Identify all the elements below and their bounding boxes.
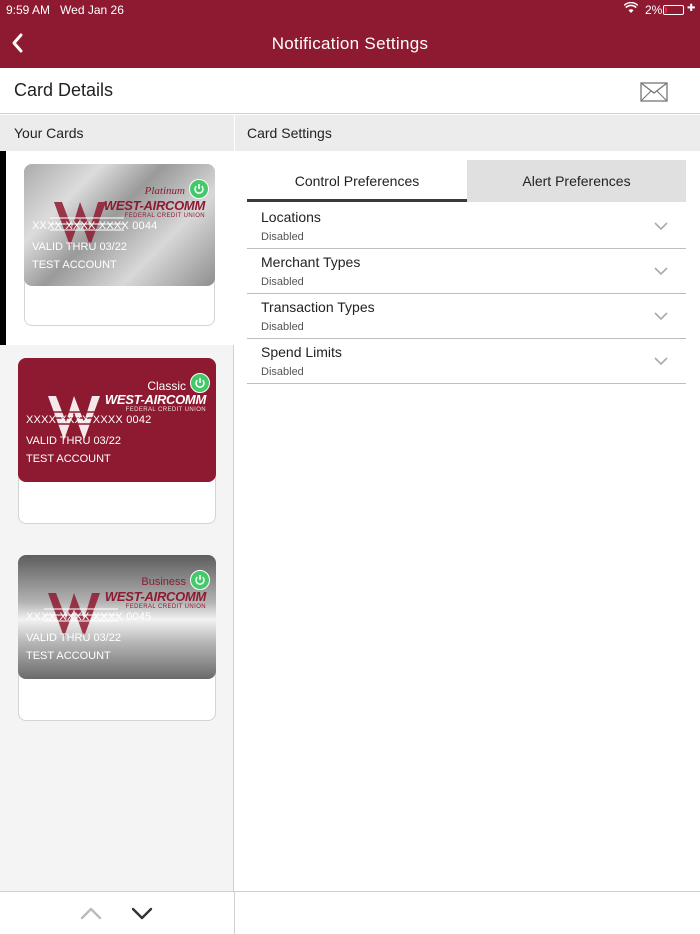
preferences-tabs: Control Preferences Alert Preferences xyxy=(247,160,686,202)
chevron-down-icon xyxy=(654,267,668,276)
chevron-up-icon[interactable] xyxy=(80,905,102,921)
setting-status: Disabled xyxy=(261,231,304,243)
cards-pane: Your Cards Platinum WEST-AIRCOMM FEDERAL… xyxy=(0,115,234,934)
card-item-platinum[interactable]: Platinum WEST-AIRCOMM FEDERAL CREDIT UNI… xyxy=(24,164,215,326)
chevron-down-icon xyxy=(654,312,668,321)
chevron-down-icon xyxy=(654,357,668,366)
settings-list: Locations Disabled Merchant Types Disabl… xyxy=(247,204,686,384)
chevron-down-icon[interactable] xyxy=(131,906,153,922)
setting-locations[interactable]: Locations Disabled xyxy=(247,204,686,249)
card-details-label: Card Details xyxy=(14,80,114,100)
card-item-business[interactable]: Business WEST-AIRCOMM FEDERAL CREDIT UNI… xyxy=(18,555,216,721)
card-brand: WEST-AIRCOMM xyxy=(104,589,206,604)
bottom-toolbar xyxy=(0,891,700,934)
wifi-icon xyxy=(623,1,639,17)
envelope-icon[interactable] xyxy=(640,82,668,102)
setting-status: Disabled xyxy=(261,276,304,288)
card-number: XXXX XXXX XXXX 0042 xyxy=(26,414,152,426)
page-title: Notification Settings xyxy=(271,34,429,53)
power-toggle[interactable] xyxy=(190,373,210,393)
card-brand-sub: FEDERAL CREDIT UNION xyxy=(125,407,206,413)
selected-indicator xyxy=(0,151,6,345)
card-tier: Platinum xyxy=(144,185,185,197)
setting-merchant-types[interactable]: Merchant Types Disabled xyxy=(247,249,686,294)
card-valid-thru: VALID THRU 03/22 xyxy=(32,241,127,253)
chevron-down-icon xyxy=(654,222,668,231)
tab-control-preferences[interactable]: Control Preferences xyxy=(247,160,467,202)
toolbar-divider xyxy=(234,892,235,934)
power-icon xyxy=(194,184,204,194)
nav-bar: Notification Settings xyxy=(0,20,700,68)
setting-transaction-types[interactable]: Transaction Types Disabled xyxy=(247,294,686,339)
card-image: Business WEST-AIRCOMM FEDERAL CREDIT UNI… xyxy=(18,555,216,679)
card-account: TEST ACCOUNT xyxy=(26,650,111,662)
battery-percent: 2% xyxy=(645,3,663,17)
setting-name: Merchant Types xyxy=(261,254,361,270)
setting-name: Transaction Types xyxy=(261,299,375,315)
card-tier: Classic xyxy=(147,379,186,393)
card-item-classic[interactable]: Classic WEST-AIRCOMM FEDERAL CREDIT UNIO… xyxy=(18,358,216,524)
charging-icon: ✚ xyxy=(687,3,696,14)
card-settings-header: Card Settings xyxy=(235,115,700,151)
battery-icon xyxy=(663,5,684,15)
card-image: Platinum WEST-AIRCOMM FEDERAL CREDIT UNI… xyxy=(24,164,215,286)
card-number: XXXX XXXX XXXX 0044 xyxy=(32,220,158,232)
power-icon xyxy=(195,575,205,585)
card-valid-thru: VALID THRU 03/22 xyxy=(26,632,121,644)
card-brand-sub: FEDERAL CREDIT UNION xyxy=(124,213,205,219)
card-valid-thru: VALID THRU 03/22 xyxy=(26,435,121,447)
power-toggle[interactable] xyxy=(190,570,210,590)
power-icon xyxy=(195,378,205,388)
status-bar: 9:59 AM Wed Jan 26 2% ✚ xyxy=(0,0,700,20)
card-image: Classic WEST-AIRCOMM FEDERAL CREDIT UNIO… xyxy=(18,358,216,482)
setting-status: Disabled xyxy=(261,366,304,378)
card-brand-sub: FEDERAL CREDIT UNION xyxy=(125,604,206,610)
power-toggle[interactable] xyxy=(189,179,209,199)
setting-name: Locations xyxy=(261,209,321,225)
card-settings-pane: Card Settings Control Preferences Alert … xyxy=(235,115,700,934)
card-details-bar: Card Details xyxy=(0,68,700,114)
your-cards-header: Your Cards xyxy=(0,115,234,151)
setting-status: Disabled xyxy=(261,321,304,333)
card-brand: WEST-AIRCOMM xyxy=(103,198,205,213)
card-brand: WEST-AIRCOMM xyxy=(104,392,206,407)
setting-spend-limits[interactable]: Spend Limits Disabled xyxy=(247,339,686,384)
card-account: TEST ACCOUNT xyxy=(32,259,117,271)
card-number: XXXX XXXX XXXX 0045 xyxy=(26,611,152,623)
card-account: TEST ACCOUNT xyxy=(26,453,111,465)
setting-name: Spend Limits xyxy=(261,344,342,360)
card-tier: Business xyxy=(141,576,186,588)
status-time: 9:59 AM Wed Jan 26 xyxy=(6,3,124,17)
tab-alert-preferences[interactable]: Alert Preferences xyxy=(467,160,686,202)
